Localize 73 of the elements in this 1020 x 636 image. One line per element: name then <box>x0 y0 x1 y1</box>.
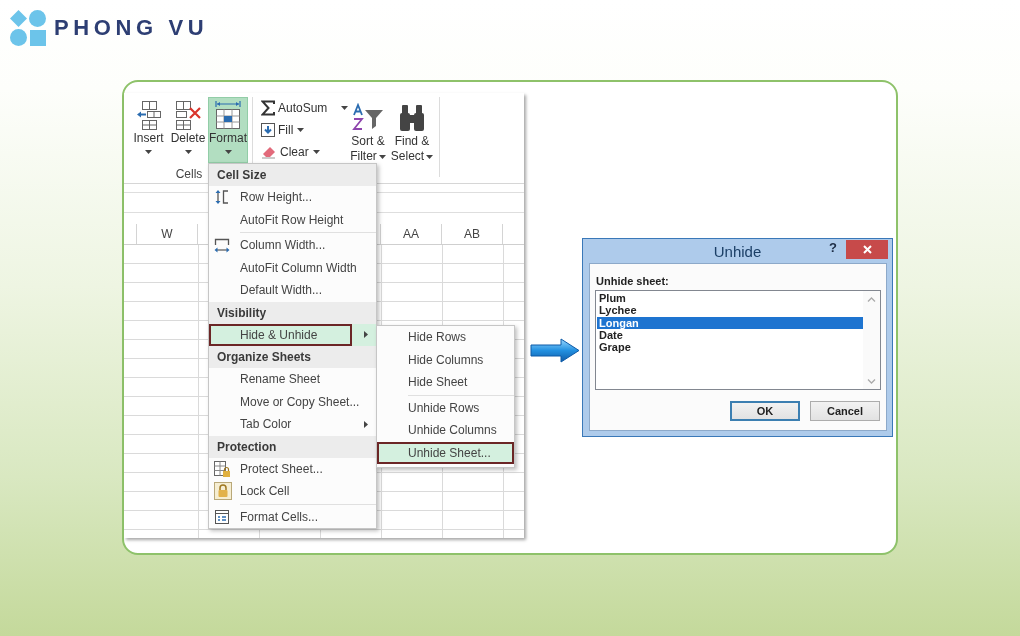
sheet-list[interactable]: Plum Lychee Longan Date Grape <box>595 290 881 390</box>
menu-item[interactable]: Protect Sheet... <box>209 457 376 480</box>
menu-item[interactable]: Hide Rows <box>377 326 514 349</box>
logo-icon <box>10 10 46 46</box>
menu-item[interactable]: Hide Sheet <box>377 371 514 394</box>
caret-icon <box>378 154 386 159</box>
caret-icon <box>341 106 349 110</box>
caret-icon <box>297 128 305 132</box>
menu-item[interactable]: AutoFit Row Height <box>209 208 376 231</box>
row-height-icon <box>214 189 230 206</box>
insert-table-icon <box>135 100 162 130</box>
ribbon-button[interactable]: Insert <box>130 97 167 163</box>
list-item[interactable]: Grape <box>597 341 863 354</box>
menu-section-header: Organize Sheets <box>209 346 376 368</box>
delete-table-icon <box>173 100 203 130</box>
caret-icon <box>184 150 192 154</box>
chevron-down-icon <box>867 379 876 384</box>
sort-funnel-icon <box>352 103 384 131</box>
ribbon-button[interactable]: Format <box>208 97 248 163</box>
column-header: AB <box>442 224 503 244</box>
list-item[interactable]: Date <box>597 328 863 342</box>
menu-section-header: Cell Size <box>209 164 376 186</box>
dialog-button[interactable]: Cancel <box>810 401 880 421</box>
scrollbar[interactable] <box>863 291 880 389</box>
eraser-icon <box>261 145 277 159</box>
menu-item[interactable]: Move or Copy Sheet... <box>209 390 376 413</box>
menu-item[interactable]: Unhide Sheet... <box>377 441 514 464</box>
ribbon-button[interactable]: AutoSum <box>259 97 351 119</box>
close-button[interactable] <box>846 240 888 259</box>
menu-item[interactable]: Unhide Columns <box>377 419 514 442</box>
logo-text: PHONG VU <box>54 15 209 41</box>
form-icon <box>214 508 230 525</box>
ribbon-button[interactable]: Delete <box>168 97 208 163</box>
ribbon-button[interactable]: Find & Select <box>389 97 435 167</box>
menu-item[interactable]: Hide & Unhide <box>209 323 376 346</box>
close-icon <box>862 245 872 254</box>
caret-icon <box>145 150 152 154</box>
column-header: AA <box>381 224 442 244</box>
menu-section-header: Protection <box>209 435 376 458</box>
menu-section-header: Visibility <box>209 301 376 324</box>
caret-icon <box>312 150 320 154</box>
list-item[interactable]: Longan <box>597 316 863 329</box>
menu-item[interactable]: Lock Cell <box>209 480 376 503</box>
caret-icon <box>224 150 232 154</box>
list-item[interactable]: Lychee <box>597 304 863 317</box>
column-header: W <box>137 224 198 244</box>
fill-down-icon <box>261 123 275 137</box>
group-label: Cells <box>175 167 203 181</box>
sheet-lock-icon <box>214 460 230 477</box>
ribbon-button[interactable]: Clear <box>259 141 322 163</box>
sigma-icon <box>261 100 275 116</box>
binoculars-icon <box>397 103 427 131</box>
menu-item[interactable]: Hide Columns <box>377 348 514 371</box>
dialog-title: Unhide <box>713 242 762 262</box>
help-button[interactable]: ? <box>826 240 840 256</box>
dialog-button[interactable]: OK <box>730 401 800 421</box>
format-table-icon <box>213 100 243 130</box>
column-width-icon <box>214 237 230 254</box>
menu-item[interactable]: Tab Color <box>209 413 376 436</box>
menu-item[interactable]: Format Cells... <box>209 505 376 528</box>
menu-item[interactable]: Unhide Rows <box>377 396 514 419</box>
menu-item[interactable]: Rename Sheet <box>209 368 376 391</box>
menu-item[interactable]: Row Height... <box>209 186 376 209</box>
menu-item[interactable]: AutoFit Column Width <box>209 256 376 279</box>
ribbon-button[interactable]: Fill <box>259 119 307 141</box>
padlock-icon <box>214 482 232 501</box>
menu-item[interactable]: Default Width... <box>209 279 376 302</box>
right-arrow-icon <box>530 338 580 363</box>
caret-icon <box>426 154 434 159</box>
chevron-up-icon <box>867 297 876 302</box>
menu-item[interactable]: Column Width... <box>209 234 376 257</box>
list-item[interactable]: Plum <box>597 292 863 305</box>
list-label: Unhide sheet: <box>596 275 669 288</box>
